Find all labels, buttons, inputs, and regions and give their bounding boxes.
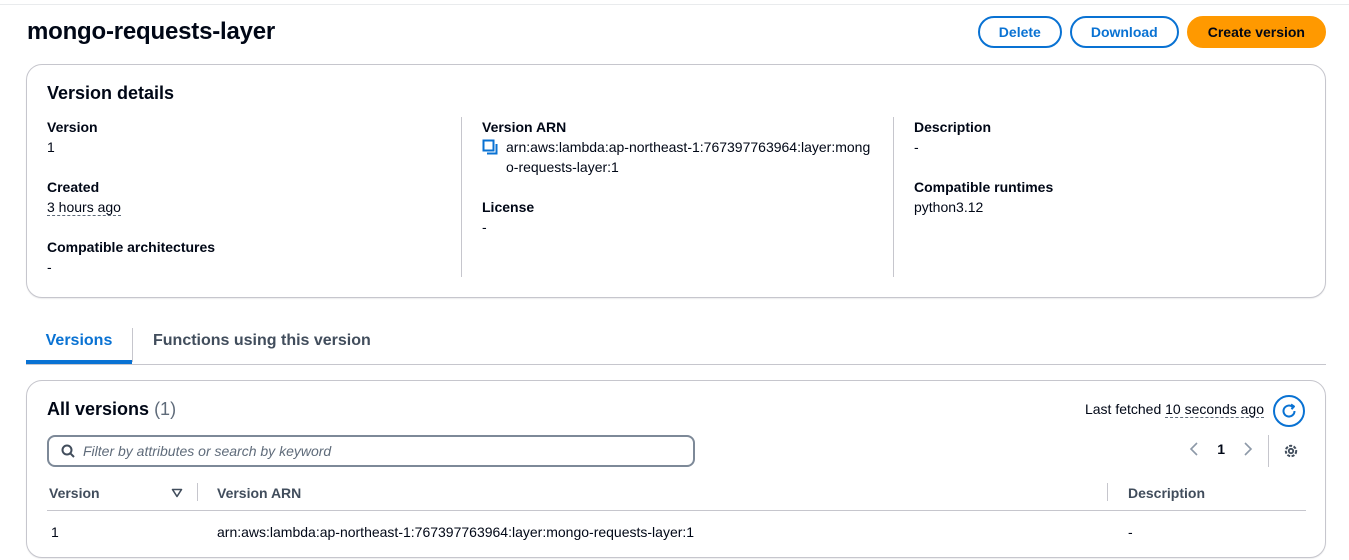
license-value: - (482, 219, 487, 235)
top-divider (0, 4, 1349, 5)
row-version: 1 (51, 524, 59, 540)
all-versions-heading: All versions (1) (47, 399, 176, 420)
runtimes-label: Compatible runtimes (914, 179, 1054, 195)
search-input[interactable] (83, 443, 683, 459)
version-label: Version (47, 119, 98, 135)
download-button[interactable]: Download (1069, 16, 1179, 48)
chevron-right-icon[interactable] (1243, 442, 1253, 456)
version-details-title: Version details (47, 83, 175, 103)
version-value: 1 (47, 139, 55, 155)
tab-bar: Versions Functions using this version (26, 326, 1326, 365)
last-fetched: Last fetched 10 seconds ago (1084, 401, 1264, 418)
details-column-2: Version ARN arn:aws:lambda:ap-northeast-… (461, 117, 873, 277)
architectures-label: Compatible architectures (47, 239, 216, 255)
sort-descending-icon[interactable] (171, 487, 183, 499)
created-value[interactable]: 3 hours ago (47, 199, 121, 216)
version-arn-label: Version ARN (482, 119, 567, 135)
license-label: License (482, 199, 535, 215)
delete-button[interactable]: Delete (977, 16, 1062, 48)
all-versions-title: All versions (47, 399, 150, 419)
description-value: - (914, 139, 919, 155)
search-icon (61, 444, 75, 458)
search-field[interactable] (47, 435, 695, 467)
table-header: Version Version ARN Description (47, 479, 1306, 511)
row-version-arn: arn:aws:lambda:ap-northeast-1:7673977639… (217, 524, 695, 540)
last-fetched-value[interactable]: 10 seconds ago (1165, 401, 1264, 418)
all-versions-panel: All versions (1) Last fetched 10 seconds… (26, 380, 1326, 558)
runtimes-value: python3.12 (914, 199, 984, 215)
tab-divider (132, 328, 133, 362)
column-divider[interactable] (197, 483, 198, 501)
row-description: - (1128, 524, 1133, 540)
column-description[interactable]: Description (1128, 485, 1205, 501)
created-label: Created (47, 179, 100, 195)
column-version-arn[interactable]: Version ARN (217, 485, 301, 501)
refresh-button[interactable] (1273, 395, 1305, 427)
architectures-value: - (47, 259, 52, 275)
header-actions: Delete Download Create version (977, 16, 1326, 48)
table-row: 1 arn:aws:lambda:ap-northeast-1:76739776… (47, 512, 1306, 550)
last-fetched-label: Last fetched (1084, 401, 1162, 417)
chevron-left-icon[interactable] (1189, 442, 1199, 456)
all-versions-count: (1) (154, 399, 177, 419)
create-version-button[interactable]: Create version (1186, 16, 1326, 48)
tab-functions-using-version[interactable]: Functions using this version (153, 326, 371, 364)
version-arn-value: arn:aws:lambda:ap-northeast-1:7673977639… (506, 139, 871, 175)
details-column-3: Description - Compatible runtimes python… (893, 117, 1305, 277)
column-version[interactable]: Version (49, 485, 100, 501)
version-details-panel: Version details Version 1 Created 3 hour… (26, 64, 1326, 298)
tab-versions[interactable]: Versions (26, 326, 132, 364)
copy-icon[interactable] (482, 139, 500, 159)
page-title: mongo-requests-layer (27, 18, 276, 45)
column-divider[interactable] (1107, 483, 1108, 501)
pagination-divider (1268, 435, 1269, 467)
refresh-icon (1282, 403, 1296, 418)
description-label: Description (914, 119, 992, 135)
details-column-1: Version 1 Created 3 hours ago Compatible… (47, 117, 459, 277)
pagination: 1 (1189, 441, 1253, 457)
current-page[interactable]: 1 (1217, 441, 1225, 457)
gear-icon[interactable] (1282, 442, 1300, 460)
